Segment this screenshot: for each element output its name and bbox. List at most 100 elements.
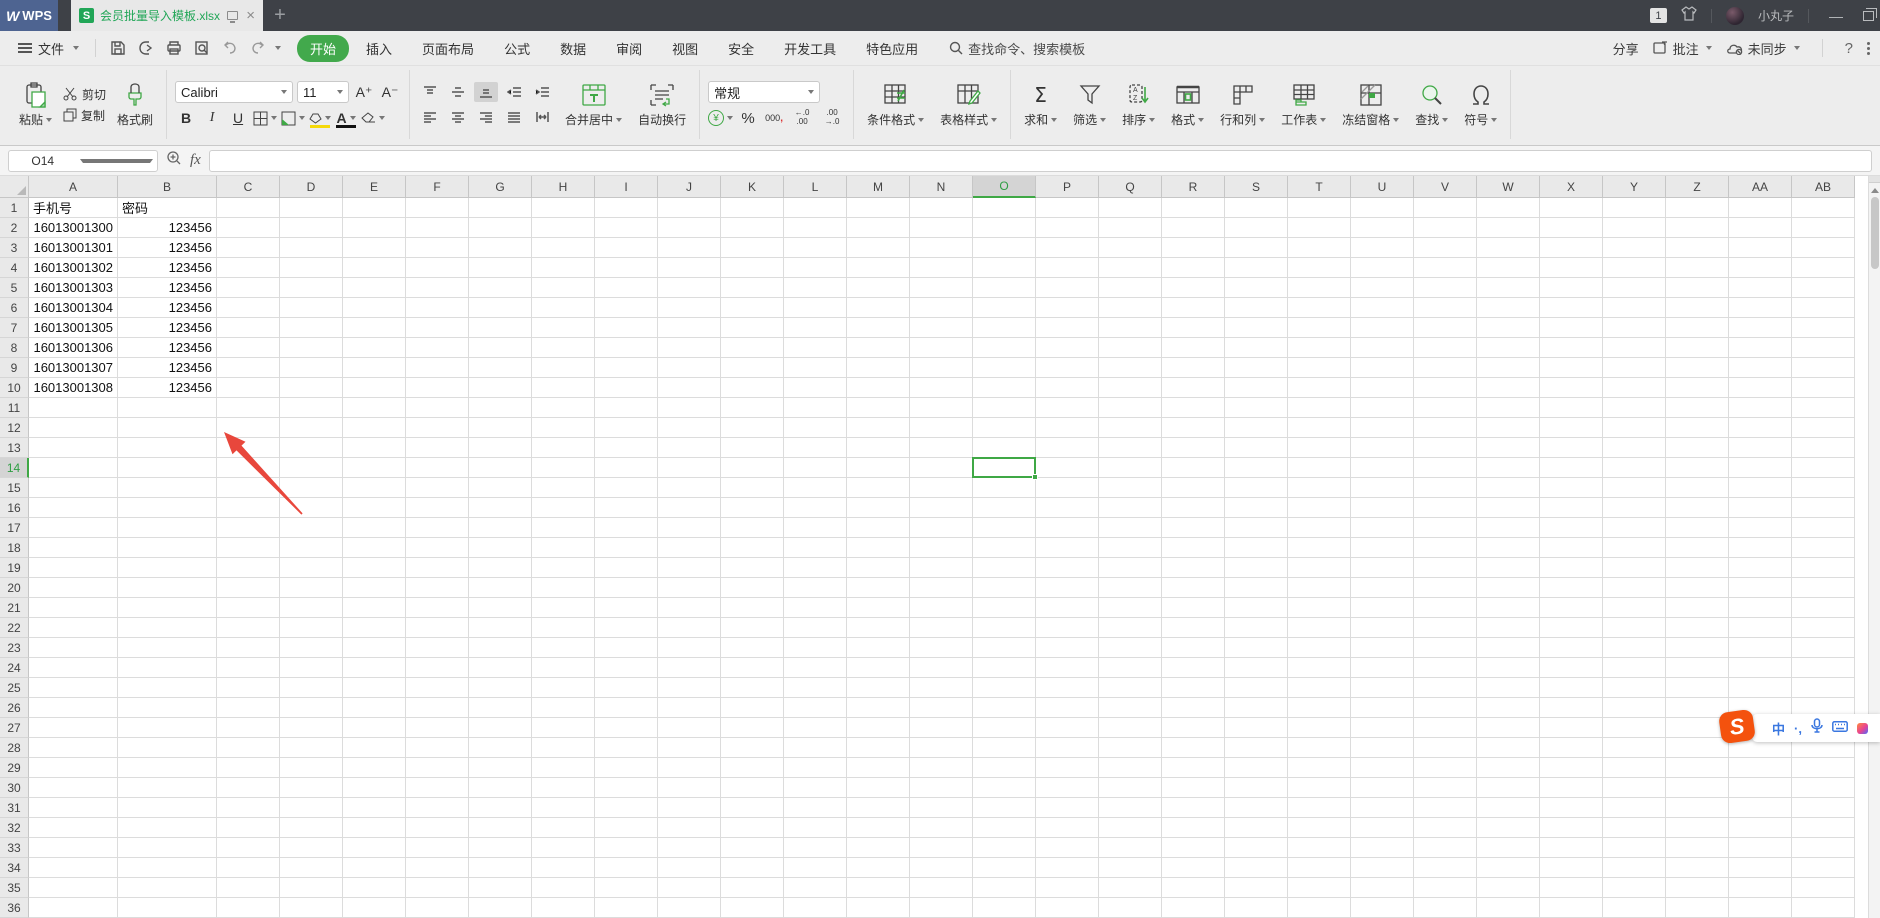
- cell-N6[interactable]: [910, 298, 973, 318]
- cell-Q3[interactable]: [1099, 238, 1162, 258]
- cell-W12[interactable]: [1477, 418, 1540, 438]
- cell-J11[interactable]: [658, 398, 721, 418]
- cell-T14[interactable]: [1288, 458, 1351, 478]
- cell-D34[interactable]: [280, 858, 343, 878]
- cell-V1[interactable]: [1414, 198, 1477, 218]
- cell-AA9[interactable]: [1729, 358, 1792, 378]
- cell-T18[interactable]: [1288, 538, 1351, 558]
- cell-X32[interactable]: [1540, 818, 1603, 838]
- cell-Q1[interactable]: [1099, 198, 1162, 218]
- cell-F28[interactable]: [406, 738, 469, 758]
- cell-N7[interactable]: [910, 318, 973, 338]
- cell-T33[interactable]: [1288, 838, 1351, 858]
- cell-N19[interactable]: [910, 558, 973, 578]
- cell-E33[interactable]: [343, 838, 406, 858]
- cell-Y24[interactable]: [1603, 658, 1666, 678]
- cell-D35[interactable]: [280, 878, 343, 898]
- cell-Q35[interactable]: [1099, 878, 1162, 898]
- cell-U34[interactable]: [1351, 858, 1414, 878]
- cell-I19[interactable]: [595, 558, 658, 578]
- spreadsheet-grid[interactable]: A B C D E F G H I J K L M N O P Q R S T U V W X Y Z AA AB 1 手机号 密码 2 16…: [0, 176, 1868, 918]
- cell-Q16[interactable]: [1099, 498, 1162, 518]
- filter-button[interactable]: 筛选: [1068, 80, 1111, 130]
- cell-M22[interactable]: [847, 618, 910, 638]
- cell-T1[interactable]: [1288, 198, 1351, 218]
- column-header-D[interactable]: D: [280, 176, 343, 198]
- row-header-8[interactable]: 8: [0, 338, 29, 358]
- cell-Z10[interactable]: [1666, 378, 1729, 398]
- cell-S36[interactable]: [1225, 898, 1288, 918]
- cell-G15[interactable]: [469, 478, 532, 498]
- increase-decimal-button[interactable]: ←.0.00: [789, 108, 815, 127]
- cell-F36[interactable]: [406, 898, 469, 918]
- cell-AA34[interactable]: [1729, 858, 1792, 878]
- cell-L14[interactable]: [784, 458, 847, 478]
- cell-Y31[interactable]: [1603, 798, 1666, 818]
- cell-Y3[interactable]: [1603, 238, 1666, 258]
- cell-M17[interactable]: [847, 518, 910, 538]
- cell-N20[interactable]: [910, 578, 973, 598]
- cell-D29[interactable]: [280, 758, 343, 778]
- cell-D4[interactable]: [280, 258, 343, 278]
- column-header-O[interactable]: O: [973, 176, 1036, 198]
- cell-U5[interactable]: [1351, 278, 1414, 298]
- cell-A28[interactable]: [29, 738, 118, 758]
- cell-V16[interactable]: [1414, 498, 1477, 518]
- cell-Z5[interactable]: [1666, 278, 1729, 298]
- cell-O22[interactable]: [973, 618, 1036, 638]
- cell-X28[interactable]: [1540, 738, 1603, 758]
- cell-O12[interactable]: [973, 418, 1036, 438]
- cell-J7[interactable]: [658, 318, 721, 338]
- cell-V34[interactable]: [1414, 858, 1477, 878]
- column-header-L[interactable]: L: [784, 176, 847, 198]
- cell-AB15[interactable]: [1792, 478, 1855, 498]
- row-header-7[interactable]: 7: [0, 318, 29, 338]
- cell-D7[interactable]: [280, 318, 343, 338]
- cell-N22[interactable]: [910, 618, 973, 638]
- skin-icon[interactable]: [1681, 5, 1697, 26]
- cell-Y34[interactable]: [1603, 858, 1666, 878]
- cell-T30[interactable]: [1288, 778, 1351, 798]
- cell-W19[interactable]: [1477, 558, 1540, 578]
- cell-T10[interactable]: [1288, 378, 1351, 398]
- cell-J35[interactable]: [658, 878, 721, 898]
- cell-C10[interactable]: [217, 378, 280, 398]
- cell-Y9[interactable]: [1603, 358, 1666, 378]
- cell-F12[interactable]: [406, 418, 469, 438]
- cell-A24[interactable]: [29, 658, 118, 678]
- cell-M10[interactable]: [847, 378, 910, 398]
- cell-A20[interactable]: [29, 578, 118, 598]
- cell-Y17[interactable]: [1603, 518, 1666, 538]
- cell-F33[interactable]: [406, 838, 469, 858]
- cell-N9[interactable]: [910, 358, 973, 378]
- cell-K6[interactable]: [721, 298, 784, 318]
- cell-L22[interactable]: [784, 618, 847, 638]
- cell-J6[interactable]: [658, 298, 721, 318]
- cell-E24[interactable]: [343, 658, 406, 678]
- row-header-6[interactable]: 6: [0, 298, 29, 318]
- cell-R27[interactable]: [1162, 718, 1225, 738]
- cell-N2[interactable]: [910, 218, 973, 238]
- cell-C3[interactable]: [217, 238, 280, 258]
- cell-Q8[interactable]: [1099, 338, 1162, 358]
- row-header-20[interactable]: 20: [0, 578, 29, 598]
- cell-O18[interactable]: [973, 538, 1036, 558]
- cell-X16[interactable]: [1540, 498, 1603, 518]
- cell-S31[interactable]: [1225, 798, 1288, 818]
- row-header-26[interactable]: 26: [0, 698, 29, 718]
- cell-C2[interactable]: [217, 218, 280, 238]
- cell-N23[interactable]: [910, 638, 973, 658]
- cell-U8[interactable]: [1351, 338, 1414, 358]
- cell-Z18[interactable]: [1666, 538, 1729, 558]
- cell-J8[interactable]: [658, 338, 721, 358]
- row-header-2[interactable]: 2: [0, 218, 29, 238]
- cell-G1[interactable]: [469, 198, 532, 218]
- cell-L27[interactable]: [784, 718, 847, 738]
- cell-AA6[interactable]: [1729, 298, 1792, 318]
- cell-S28[interactable]: [1225, 738, 1288, 758]
- cell-P23[interactable]: [1036, 638, 1099, 658]
- cell-G21[interactable]: [469, 598, 532, 618]
- cell-L10[interactable]: [784, 378, 847, 398]
- cell-C34[interactable]: [217, 858, 280, 878]
- cell-G20[interactable]: [469, 578, 532, 598]
